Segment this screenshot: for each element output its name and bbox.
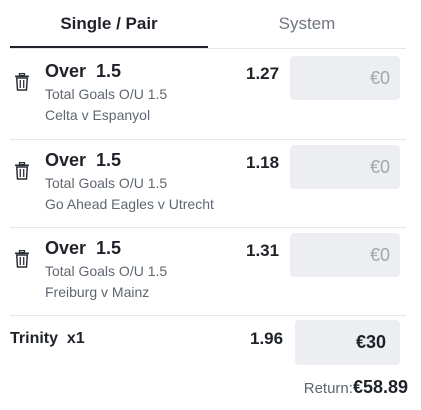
trash-icon[interactable] (14, 73, 30, 91)
event-name: Go Ahead Eagles v Utrecht (45, 196, 214, 212)
bet-slip-item: Over 1.5 Total Goals O/U 1.5 Freiburg v … (10, 230, 410, 318)
combo-label: Trinity x1 (10, 330, 85, 347)
odds-value: 1.27 (246, 64, 280, 83)
odds-value: 1.31 (246, 241, 280, 260)
divider (10, 227, 406, 228)
bet-slip-item: Over 1.5 Total Goals O/U 1.5 Celta v Esp… (10, 53, 410, 141)
market-name: Total Goals O/U 1.5 (45, 175, 168, 191)
stake-input[interactable]: €0 (290, 233, 400, 277)
combo-stake-input[interactable]: €30 (295, 320, 400, 365)
bet-type-tabs: Single / Pair System (0, 0, 421, 49)
market-name: Total Goals O/U 1.5 (45, 263, 168, 279)
divider (10, 139, 406, 140)
potential-return: Return: €58.89 (304, 377, 408, 398)
market-name: Total Goals O/U 1.5 (45, 86, 168, 102)
selection-name: Over 1.5 (45, 61, 122, 81)
selection-name: Over 1.5 (45, 150, 122, 170)
trash-icon[interactable] (14, 250, 30, 268)
divider (10, 315, 406, 316)
combo-odds: 1.96 (250, 329, 284, 348)
event-name: Celta v Espanyol (45, 107, 151, 123)
bet-slip-item: Over 1.5 Total Goals O/U 1.5 Go Ahead Ea… (10, 142, 410, 230)
event-name: Freiburg v Mainz (45, 284, 150, 300)
divider (10, 48, 406, 49)
trash-icon[interactable] (14, 162, 30, 180)
return-label: Return: (303, 380, 353, 397)
selection-name: Over 1.5 (45, 238, 122, 258)
combo-bet-row: Trinity x1 1.96 €30 (10, 320, 410, 370)
odds-value: 1.18 (246, 153, 280, 172)
tab-single-pair[interactable]: Single / Pair (10, 0, 208, 48)
tab-system[interactable]: System (208, 0, 406, 48)
stake-input[interactable]: €0 (290, 145, 400, 189)
stake-input[interactable]: €0 (290, 56, 400, 100)
return-value: €58.89 (352, 377, 408, 397)
